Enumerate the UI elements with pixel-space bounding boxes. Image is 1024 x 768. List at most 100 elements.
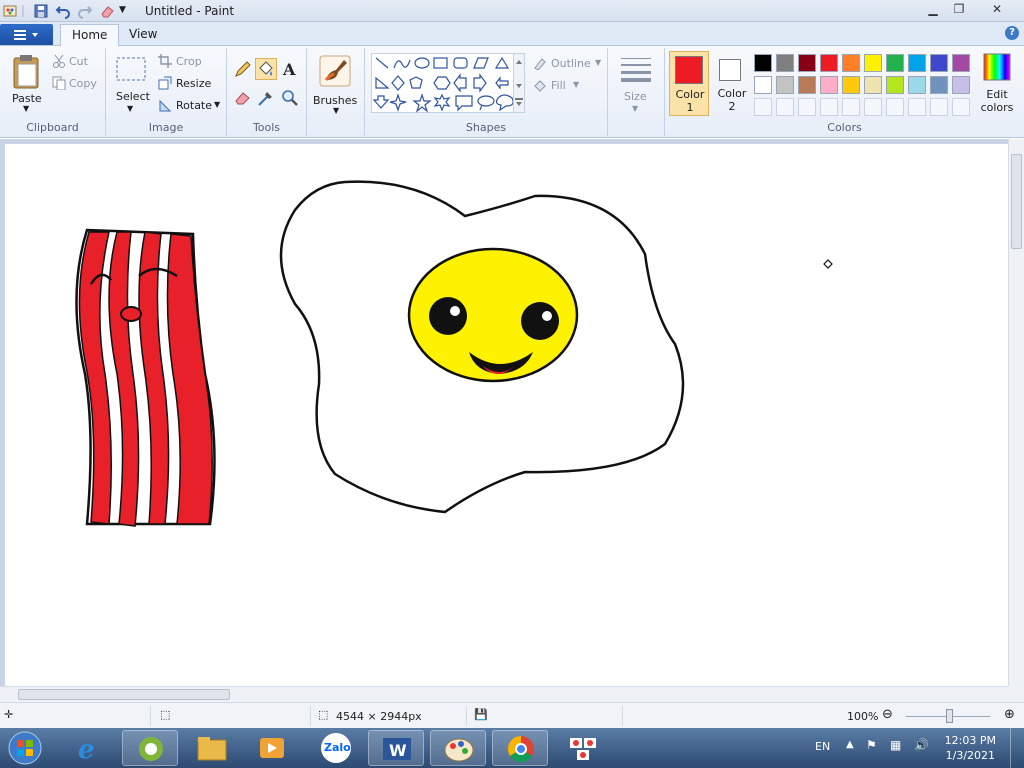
language-indicator[interactable]: EN (815, 740, 830, 753)
tab-view[interactable]: View (118, 24, 168, 46)
image-group: Select ▼ Crop Resize Rotate ▼ Image (106, 48, 227, 136)
zoom-in-button[interactable]: ⊕ (1004, 707, 1015, 722)
vertical-scroll-thumb[interactable] (1011, 154, 1022, 249)
brushes-button[interactable]: Brushes ▼ (313, 52, 358, 118)
undo-icon[interactable] (55, 3, 71, 19)
action-center-flag-icon[interactable]: ⚑ (866, 738, 877, 752)
redo-icon[interactable] (77, 3, 93, 19)
edit-colors-button[interactable]: Edit colors (977, 52, 1017, 116)
image-size-icon: ⬚ (318, 708, 329, 721)
color2-button[interactable]: Color 2 (713, 51, 751, 116)
magnifier-icon[interactable] (279, 87, 301, 109)
palette-swatch[interactable] (820, 76, 838, 94)
maximize-button[interactable]: ❐ (946, 1, 972, 18)
start-button[interactable] (4, 730, 46, 766)
palette-swatch[interactable] (776, 76, 794, 94)
eraser-quick-icon[interactable] (99, 3, 115, 19)
vertical-scrollbar[interactable] (1008, 139, 1024, 686)
quick-access-dropdown-icon[interactable]: ▼ (119, 5, 135, 21)
shapes-gallery-scroll[interactable] (513, 53, 525, 113)
zoom-out-button[interactable]: ⊖ (882, 707, 893, 722)
palette-swatch[interactable] (908, 76, 926, 94)
bacon-drawing (75, 228, 216, 527)
save-icon[interactable] (33, 3, 49, 19)
rotate-button[interactable]: Rotate ▼ (158, 98, 224, 114)
palette-swatch[interactable] (930, 76, 948, 94)
color1-button[interactable]: Color 1 (669, 51, 709, 116)
horizontal-scrollbar[interactable] (0, 686, 1008, 702)
crop-button[interactable]: Crop (158, 54, 224, 70)
paint-app-icon[interactable] (2, 3, 18, 19)
show-desktop-button[interactable] (1010, 728, 1024, 768)
svg-text:e: e (78, 735, 95, 765)
custom-color-slot[interactable] (864, 98, 882, 116)
cursor-icon (823, 259, 833, 269)
paint-taskbar-icon[interactable] (430, 730, 486, 766)
custom-color-slot[interactable] (776, 98, 794, 116)
copy-button[interactable]: Copy (52, 76, 102, 92)
select-button[interactable]: Select ▼ (114, 52, 150, 114)
internet-explorer-icon[interactable]: e (62, 730, 118, 766)
palette-swatch[interactable] (820, 54, 838, 72)
drawing-canvas[interactable] (5, 144, 1008, 686)
custom-color-slot[interactable] (930, 98, 948, 116)
shapes-gallery[interactable] (371, 53, 523, 113)
palette-swatch[interactable] (798, 54, 816, 72)
eraser-icon[interactable] (232, 87, 254, 109)
chrome-icon[interactable] (492, 730, 548, 766)
custom-color-slot[interactable] (952, 98, 970, 116)
resize-button[interactable]: Resize (158, 76, 224, 92)
custom-color-slot[interactable] (754, 98, 772, 116)
network-icon[interactable]: ▦ (890, 738, 901, 752)
palette-swatch[interactable] (908, 54, 926, 72)
text-icon[interactable]: A (279, 58, 301, 80)
size-button[interactable]: Size ▼ (618, 54, 654, 116)
fill-icon[interactable] (255, 58, 277, 80)
fill-button[interactable]: Fill ▼ (533, 78, 605, 94)
custom-color-slot[interactable] (798, 98, 816, 116)
zoom-slider-thumb[interactable] (946, 709, 953, 723)
custom-color-slot[interactable] (820, 98, 838, 116)
fried-egg-drawing (279, 180, 685, 514)
palette-swatch[interactable] (930, 54, 948, 72)
palette-swatch[interactable] (754, 54, 772, 72)
paste-button[interactable]: Paste ▼ (6, 52, 48, 113)
horizontal-scroll-thumb[interactable] (18, 689, 230, 700)
custom-color-slot[interactable] (908, 98, 926, 116)
tools-group: A Tools (227, 48, 307, 136)
svg-text:A: A (282, 60, 296, 79)
palette-swatch[interactable] (798, 76, 816, 94)
palette-swatch[interactable] (886, 54, 904, 72)
pencil-icon[interactable] (232, 58, 254, 80)
minimize-button[interactable]: ▁ (920, 1, 946, 18)
clock[interactable]: 12:03 PM 1/3/2021 (945, 733, 996, 763)
cut-button[interactable]: Cut (52, 54, 102, 70)
palette-swatch[interactable] (864, 54, 882, 72)
media-player-icon[interactable] (244, 730, 300, 766)
help-icon[interactable]: ? (1005, 26, 1019, 40)
color-picker-icon[interactable] (255, 87, 277, 109)
brush-icon (319, 55, 351, 87)
outline-button[interactable]: Outline ▼ (533, 56, 605, 72)
palette-swatch[interactable] (952, 76, 970, 94)
palette-swatch[interactable] (864, 76, 882, 94)
palette-swatch[interactable] (754, 76, 772, 94)
zalo-icon[interactable]: Zalo (308, 730, 364, 766)
custom-color-slot[interactable] (886, 98, 904, 116)
image-group-label: Image (148, 121, 184, 134)
close-button[interactable]: ✕ (984, 1, 1010, 18)
palette-swatch[interactable] (842, 76, 860, 94)
show-hidden-icons-icon[interactable]: ▲ (846, 739, 854, 750)
volume-icon[interactable]: 🔊 (914, 738, 929, 752)
custom-color-slot[interactable] (842, 98, 860, 116)
word-icon[interactable]: W (368, 730, 424, 766)
game-app-icon[interactable] (556, 730, 612, 766)
file-explorer-icon[interactable] (184, 730, 240, 766)
tab-home[interactable]: Home (60, 24, 120, 46)
coccoc-browser-icon[interactable] (122, 730, 178, 766)
palette-swatch[interactable] (776, 54, 794, 72)
file-menu-button[interactable] (0, 24, 53, 45)
palette-swatch[interactable] (886, 76, 904, 94)
palette-swatch[interactable] (842, 54, 860, 72)
palette-swatch[interactable] (952, 54, 970, 72)
